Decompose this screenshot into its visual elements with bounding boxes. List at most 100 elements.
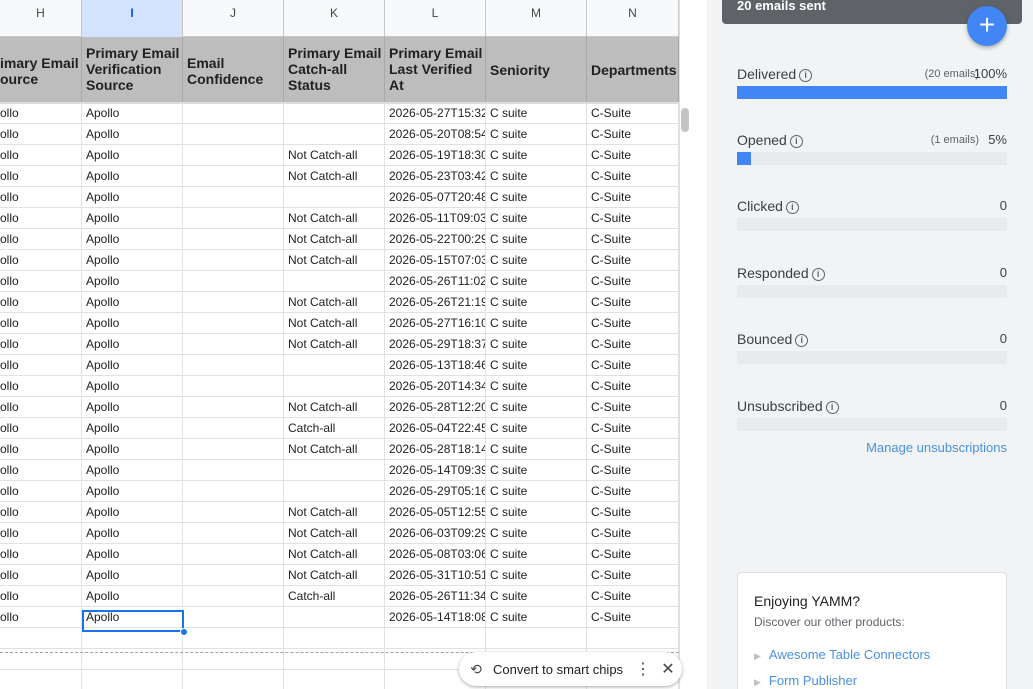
- table-cell[interactable]: [183, 250, 284, 271]
- table-cell[interactable]: [284, 103, 385, 124]
- table-cell[interactable]: 2026-05-11T09:03: [385, 208, 486, 229]
- table-cell[interactable]: C suite: [486, 502, 587, 523]
- table-cell[interactable]: [183, 481, 284, 502]
- table-cell[interactable]: Apollo: [82, 523, 183, 544]
- table-cell[interactable]: C suite: [486, 460, 587, 481]
- table-cell[interactable]: ollo: [0, 523, 82, 544]
- table-cell[interactable]: [183, 628, 284, 649]
- table-cell[interactable]: Apollo: [82, 124, 183, 145]
- table-cell[interactable]: Apollo: [82, 481, 183, 502]
- close-icon[interactable]: ✕: [654, 659, 682, 679]
- table-cell[interactable]: [284, 187, 385, 208]
- table-cell[interactable]: [183, 565, 284, 586]
- table-cell[interactable]: 2026-05-29T18:37: [385, 334, 486, 355]
- table-cell[interactable]: 2026-06-03T09:29: [385, 523, 486, 544]
- column-letter-l[interactable]: L: [385, 0, 486, 37]
- table-cell[interactable]: ollo: [0, 250, 82, 271]
- column-letter-i[interactable]: I: [82, 0, 183, 37]
- table-cell[interactable]: ollo: [0, 460, 82, 481]
- table-cell[interactable]: ollo: [0, 166, 82, 187]
- table-cell[interactable]: C-Suite: [587, 124, 679, 145]
- table-cell[interactable]: C-Suite: [587, 397, 679, 418]
- table-cell[interactable]: Catch-all: [284, 418, 385, 439]
- table-cell[interactable]: Apollo: [82, 271, 183, 292]
- header-cell[interactable]: Primary Email Catch-all Status: [284, 37, 385, 103]
- table-cell[interactable]: [183, 313, 284, 334]
- column-letter-m[interactable]: M: [486, 0, 587, 37]
- table-cell[interactable]: [183, 670, 284, 689]
- info-icon[interactable]: i: [785, 201, 799, 214]
- table-cell[interactable]: ollo: [0, 607, 82, 628]
- table-cell[interactable]: [183, 586, 284, 607]
- table-cell[interactable]: Apollo: [82, 250, 183, 271]
- table-cell[interactable]: C-Suite: [587, 481, 679, 502]
- table-cell[interactable]: [183, 292, 284, 313]
- smart-chips-toast[interactable]: ⟲ Convert to smart chips ⋮ ✕: [459, 652, 682, 686]
- table-cell[interactable]: [486, 628, 587, 649]
- table-cell[interactable]: 2026-05-14T18:08: [385, 607, 486, 628]
- table-cell[interactable]: C-Suite: [587, 523, 679, 544]
- table-cell[interactable]: 2026-05-31T10:51: [385, 565, 486, 586]
- table-cell[interactable]: [284, 481, 385, 502]
- table-cell[interactable]: Not Catch-all: [284, 565, 385, 586]
- table-cell[interactable]: [284, 355, 385, 376]
- manage-unsubscriptions-link[interactable]: Manage unsubscriptions: [866, 440, 1007, 455]
- table-cell[interactable]: Apollo: [82, 565, 183, 586]
- table-cell[interactable]: [284, 271, 385, 292]
- table-cell[interactable]: Apollo: [82, 292, 183, 313]
- table-cell[interactable]: [183, 355, 284, 376]
- table-cell[interactable]: 2026-05-07T20:48: [385, 187, 486, 208]
- table-cell[interactable]: [0, 628, 82, 649]
- table-cell[interactable]: C-Suite: [587, 250, 679, 271]
- selected-cell[interactable]: [82, 610, 184, 632]
- table-cell[interactable]: Apollo: [82, 460, 183, 481]
- table-cell[interactable]: C-Suite: [587, 166, 679, 187]
- table-cell[interactable]: 2026-05-05T12:55: [385, 502, 486, 523]
- table-cell[interactable]: 2026-05-28T12:20: [385, 397, 486, 418]
- table-cell[interactable]: Not Catch-all: [284, 544, 385, 565]
- table-cell[interactable]: Not Catch-all: [284, 166, 385, 187]
- table-cell[interactable]: ollo: [0, 208, 82, 229]
- table-cell[interactable]: [0, 670, 82, 689]
- table-cell[interactable]: C suite: [486, 271, 587, 292]
- table-cell[interactable]: C suite: [486, 166, 587, 187]
- table-cell[interactable]: Not Catch-all: [284, 208, 385, 229]
- table-cell[interactable]: [183, 460, 284, 481]
- header-cell[interactable]: Seniority: [486, 37, 587, 103]
- table-cell[interactable]: [183, 208, 284, 229]
- table-cell[interactable]: 2026-05-13T18:46: [385, 355, 486, 376]
- table-cell[interactable]: Apollo: [82, 502, 183, 523]
- table-cell[interactable]: [183, 376, 284, 397]
- table-cell[interactable]: Not Catch-all: [284, 439, 385, 460]
- table-cell[interactable]: ollo: [0, 145, 82, 166]
- table-cell[interactable]: Not Catch-all: [284, 523, 385, 544]
- table-cell[interactable]: Apollo: [82, 334, 183, 355]
- table-cell[interactable]: C suite: [486, 544, 587, 565]
- table-cell[interactable]: [183, 607, 284, 628]
- table-cell[interactable]: Apollo: [82, 439, 183, 460]
- table-cell[interactable]: Not Catch-all: [284, 292, 385, 313]
- table-cell[interactable]: 2026-05-29T05:16: [385, 481, 486, 502]
- table-cell[interactable]: 2026-05-08T03:06: [385, 544, 486, 565]
- table-cell[interactable]: [183, 418, 284, 439]
- table-cell[interactable]: C-Suite: [587, 607, 679, 628]
- table-cell[interactable]: 2026-05-26T11:34: [385, 586, 486, 607]
- table-cell[interactable]: Apollo: [82, 103, 183, 124]
- column-letter-j[interactable]: J: [183, 0, 284, 37]
- table-cell[interactable]: [587, 628, 679, 649]
- info-icon[interactable]: i: [825, 401, 839, 414]
- table-cell[interactable]: ollo: [0, 397, 82, 418]
- table-cell[interactable]: [183, 334, 284, 355]
- info-icon[interactable]: i: [799, 69, 813, 82]
- fill-handle[interactable]: [180, 628, 188, 636]
- info-icon[interactable]: i: [795, 334, 809, 347]
- table-cell[interactable]: C suite: [486, 376, 587, 397]
- table-cell[interactable]: ollo: [0, 187, 82, 208]
- table-cell[interactable]: [183, 187, 284, 208]
- table-cell[interactable]: Not Catch-all: [284, 502, 385, 523]
- table-cell[interactable]: 2026-05-20T14:34: [385, 376, 486, 397]
- header-cell[interactable]: Email Confidence: [183, 37, 284, 103]
- table-cell[interactable]: C-Suite: [587, 187, 679, 208]
- table-cell[interactable]: Apollo: [82, 313, 183, 334]
- table-cell[interactable]: C suite: [486, 145, 587, 166]
